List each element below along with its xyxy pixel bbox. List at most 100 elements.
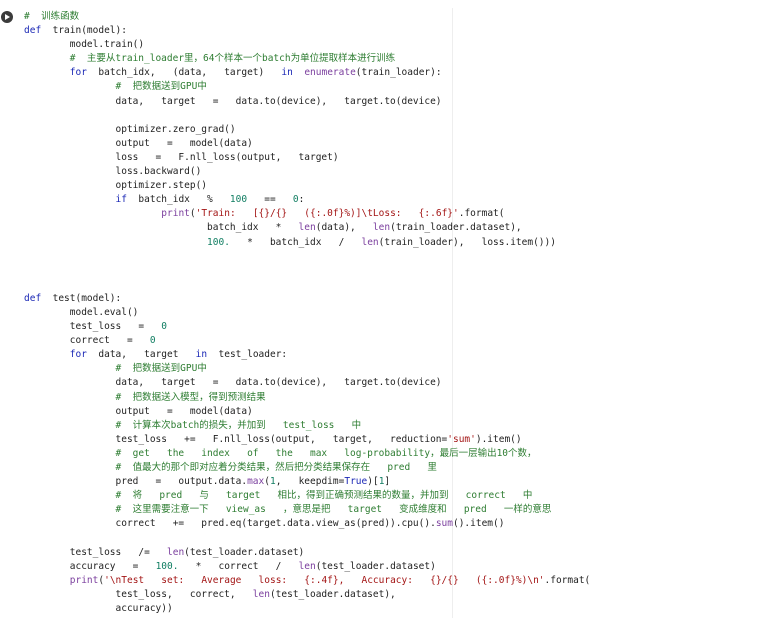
code-line: # 将 pred 与 target 相比，得到正确预测结果的数量，并加到 cor… (24, 489, 590, 503)
code-token-plain: test_loss += F.nll_loss(output, target, … (24, 433, 448, 445)
code-token-plain: (train_loader.dataset), (390, 222, 522, 234)
code-token-number: 100. (155, 560, 179, 572)
code-token-plain: test_loss /= (24, 546, 167, 558)
code-line: test_loss, correct, len(test_loader.data… (24, 588, 590, 602)
code-token-comment: # 将 pred 与 target 相比，得到正确预测结果的数量，并加到 cor… (115, 490, 533, 502)
code-token-plain: data, target = data.to(device), target.t… (24, 377, 442, 389)
code-token-plain: batch_idx % (126, 194, 230, 206)
code-line: model.eval() (24, 306, 590, 320)
code-token-comment: # 把数据送到GPU中 (115, 81, 207, 93)
code-token-plain: loss.backward() (24, 166, 202, 178)
code-token-plain: output = model(data) (24, 405, 253, 417)
code-token-comment: # get the index of the max log-probabili… (115, 447, 537, 459)
code-line: # 这里需要注意一下 view_as ，意思是把 target 变成维度和 pr… (24, 503, 590, 517)
code-line: loss.backward() (24, 165, 590, 179)
code-token-builtin: len (298, 222, 316, 234)
code-line: data, target = data.to(device), target.t… (24, 376, 590, 390)
code-line: loss = F.nll_loss(output, target) (24, 151, 590, 165)
code-line: # 把数据送入模型，得到预测结果 (24, 391, 590, 405)
code-token-keyword: in (195, 349, 208, 361)
code-token-plain: test_loss, correct, (24, 588, 253, 600)
code-line: batch_idx * len(data), len(train_loader.… (24, 221, 590, 235)
code-token-comment: # 训练函数 (24, 11, 80, 22)
code-token-plain: pred = output.data. (24, 476, 248, 488)
code-token-plain: (test_loader.dataset) (315, 560, 436, 572)
code-token-plain: (test_loader.dataset), (269, 588, 396, 600)
code-token-plain: test_loader: (207, 349, 288, 361)
code-token-keyword: def (24, 292, 42, 304)
code-line: # 主要从train_loader里，64个样本一个batch为单位提取样本进行… (24, 52, 590, 66)
code-token-plain: (data), (315, 222, 373, 234)
code-token-builtin: len (252, 588, 270, 600)
code-token-plain: correct += pred.eq(target.data.view_as(p… (24, 518, 436, 530)
code-token-plain: model.eval() (24, 306, 139, 318)
code-token-plain: train(model): (41, 25, 127, 37)
code-line: optimizer.zero_grad() (24, 123, 590, 137)
code-line: accuracy = 100. * correct / len(test_loa… (24, 560, 590, 574)
code-token-plain: (train_loader), loss.item())) (378, 236, 556, 248)
code-editor[interactable]: # 训练函数 def train(model): model.train() # … (24, 10, 590, 616)
code-token-string: '\nTest set: Average loss: {:.4f}, Accur… (104, 574, 545, 586)
code-token-plain: data, target (86, 349, 196, 361)
code-token-plain: , keepdim= (275, 476, 345, 488)
code-token-builtin: len (298, 560, 316, 572)
code-line: # get the index of the max log-probabili… (24, 447, 590, 461)
code-line: model.train() (24, 38, 590, 52)
code-token-plain: * correct / (178, 560, 299, 572)
code-token-builtin: enumerate (304, 67, 356, 79)
code-line: # 训练函数 (24, 10, 590, 24)
code-token-string: 'sum' (447, 433, 476, 445)
code-token-builtin: len (372, 222, 391, 234)
code-line: test_loss /= len(test_loader.dataset) (24, 546, 590, 560)
play-icon (5, 14, 10, 20)
code-token-plain: loss = F.nll_loss(output, target) (24, 151, 339, 163)
code-token-comment: # 计算本次batch的损失，并加到 test_loss 中 (115, 419, 362, 431)
code-token-number: 0 (161, 321, 168, 333)
code-token-plain: )[ (367, 476, 379, 488)
code-line: output = model(data) (24, 405, 590, 419)
code-token-keyword: def (24, 25, 42, 37)
code-token-plain: (train_loader): (355, 67, 442, 79)
code-line: pred = output.data.max(1, keepdim=True)[… (24, 475, 590, 489)
code-token-number: 100. (207, 236, 230, 248)
code-line: # 计算本次batch的损失，并加到 test_loss 中 (24, 419, 590, 433)
code-token-number: 100 (229, 194, 248, 206)
code-token-keyword: in (281, 67, 293, 79)
code-line: for batch_idx, (data, target) in enumera… (24, 66, 590, 80)
code-line: print('\nTest set: Average loss: {:.4f},… (24, 574, 591, 588)
code-line: test_loss = 0 (24, 320, 590, 334)
code-token-keyword: True (344, 476, 368, 488)
code-token-plain: batch_idx, (data, target) (86, 67, 282, 79)
run-cell-button[interactable] (1, 11, 13, 23)
code-token-string: 'Train: [{}/{} ({:.0f}%)]\tLoss: {:.6f}' (195, 208, 459, 220)
code-token-plain: accuracy = (24, 560, 156, 572)
code-token-plain: correct = (24, 335, 150, 347)
code-token-number: 0 (149, 335, 156, 347)
code-token-builtin: len (167, 546, 185, 558)
code-token-plain: test(model): (41, 292, 122, 304)
code-line: correct += pred.eq(target.data.view_as(p… (24, 517, 590, 531)
code-token-plain: == (247, 194, 293, 206)
code-line: def test(model): (24, 292, 590, 306)
code-cell[interactable]: # 训练函数 def train(model): model.train() # … (0, 0, 764, 625)
code-token-plain: output = model(data) (24, 137, 253, 149)
code-token-plain: .format( (458, 208, 505, 220)
code-token-comment: # 把数据送入模型，得到预测结果 (115, 391, 266, 403)
